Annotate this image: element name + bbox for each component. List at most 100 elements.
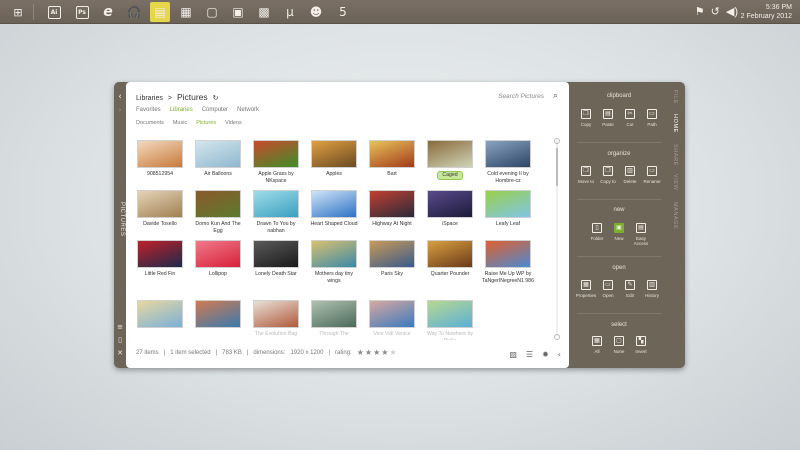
file-tile[interactable]: Drawn To You by nabhan (250, 190, 302, 234)
taskbar-app-button[interactable]: 5 (333, 2, 353, 22)
tab-view[interactable]: VIEW (672, 174, 678, 190)
taskbar-app-button[interactable]: ▤ (150, 2, 170, 22)
ribbon-button-easy-access[interactable]: ▤ Easy Access (630, 223, 652, 246)
file-tile[interactable]: iSpace (424, 190, 476, 228)
file-tile[interactable]: The Evolution Bag (250, 300, 302, 338)
ribbon-button-label: Edit (626, 293, 634, 298)
file-tile[interactable]: Raise Me Up WP by TaNgerINegreeN1 986 (482, 240, 534, 284)
volume-icon[interactable]: ◀) (726, 5, 738, 18)
rating-star[interactable]: ★ (365, 348, 373, 357)
tab-file[interactable]: FILE (672, 90, 678, 104)
network-icon[interactable]: ↺ (711, 5, 720, 18)
rating-star[interactable]: ★ (373, 348, 381, 357)
file-tile[interactable]: Highway At Night (366, 190, 418, 228)
file-tile[interactable]: Way To Nowhere by Pielie (424, 300, 476, 340)
tab-share[interactable]: SHARE (672, 144, 678, 166)
scroll-up-button[interactable] (554, 138, 560, 144)
clock[interactable]: 5:36 PM 2 February 2012 (741, 3, 792, 21)
ribbon-button-edit[interactable]: ✎ Edit (619, 280, 641, 298)
ribbon-button-all[interactable]: ▦ All (586, 336, 608, 354)
image-thumbnail (427, 190, 473, 218)
ribbon-button-copy-to[interactable]: ❐ Copy to (597, 166, 619, 184)
file-tile[interactable]: Through The (308, 300, 360, 338)
file-tile[interactable] (192, 300, 244, 331)
ribbon-button-folder[interactable]: ▯ Folder (586, 223, 608, 241)
taskbar-app-button[interactable]: 🎧 (124, 2, 144, 22)
taskbar-app-button[interactable]: ▣ (228, 2, 248, 22)
nav-videos[interactable]: Videos (225, 120, 242, 126)
details-view-icon[interactable]: ☰ (526, 350, 533, 359)
file-tile[interactable]: Veni Vidi Venice (366, 300, 418, 338)
start-button[interactable]: ⊞ (8, 2, 28, 22)
file-tile[interactable]: Apples (308, 140, 360, 178)
ribbon-button-new[interactable]: ▣ New (608, 223, 630, 241)
file-tile[interactable]: Cold evening II by Hombre-cz (482, 140, 534, 184)
taskbar-app-button[interactable]: Ps (72, 2, 92, 22)
file-tile[interactable]: Heart Shaped Cloud (308, 190, 360, 228)
file-tile[interactable]: Caged (424, 140, 476, 180)
settings-gear-icon[interactable]: ✹ (542, 350, 549, 359)
rating-star[interactable]: ★ (389, 348, 397, 357)
file-tile[interactable]: 908512954 (134, 140, 186, 178)
ribbon-button-path[interactable]: ▭ Path (641, 109, 663, 127)
ribbon-button-history[interactable]: ▥ History (641, 280, 663, 298)
file-tile[interactable]: Bart (366, 140, 418, 178)
file-tile[interactable]: Little Red Fin (134, 240, 186, 278)
ribbon-button-copy[interactable]: ❐ Copy (575, 109, 597, 127)
taskbar-app-button[interactable]: µ (280, 2, 300, 22)
taskbar-app-button[interactable]: e (98, 2, 118, 22)
breadcrumb-libraries[interactable]: Libraries (136, 95, 163, 102)
ribbon-button-open[interactable]: ▭ Open (597, 280, 619, 298)
file-tile[interactable]: Mothers day tiny wings (308, 240, 360, 284)
flag-icon[interactable]: ⚑ (695, 5, 705, 18)
file-tile[interactable]: Air Balloons (192, 140, 244, 178)
file-tile[interactable]: Paris Sky (366, 240, 418, 278)
ribbon-button-paste[interactable]: ▤ Paste (597, 109, 619, 127)
nav-libraries[interactable]: Libraries (170, 107, 193, 113)
file-tile[interactable]: Apple Grass by NKspace (250, 140, 302, 184)
file-tile[interactable]: Lonely Death Star (250, 240, 302, 278)
file-tile[interactable] (134, 300, 186, 331)
back-button[interactable]: ‹ (114, 92, 126, 102)
breadcrumb-current[interactable]: Pictures (177, 92, 208, 102)
file-tile[interactable]: Lollipop (192, 240, 244, 278)
nav-network[interactable]: Network (237, 107, 259, 113)
invert-icon: ▚ (636, 336, 646, 346)
file-tile[interactable]: Domo Kun And The Egg (192, 190, 244, 234)
menu-icon[interactable]: ≡ (114, 323, 126, 331)
pin-icon[interactable]: ▯ (114, 336, 126, 344)
tab-home[interactable]: HOME (672, 114, 678, 133)
tab-manage[interactable]: MANAGE (672, 202, 678, 229)
scrollbar-thumb[interactable] (556, 148, 558, 186)
rating-star[interactable]: ★ (357, 348, 365, 357)
close-icon[interactable]: ✕ (114, 349, 126, 357)
taskbar-app-button[interactable]: ▢ (202, 2, 222, 22)
taskbar-app-button[interactable]: Ai (44, 2, 64, 22)
rating-stars[interactable]: ★★★★★ (357, 348, 398, 368)
ribbon-button-rename[interactable]: ▭ Rename (641, 166, 663, 184)
taskbar-app-button[interactable]: ▩ (254, 2, 274, 22)
search-icon[interactable]: ⌕ (553, 91, 558, 101)
preview-pane-icon[interactable]: ▨ (509, 350, 517, 359)
file-caption: Cold evening II by Hombre-cz (482, 171, 534, 184)
nav-computer[interactable]: Computer (202, 107, 228, 113)
nav-pictures[interactable]: Pictures (196, 120, 216, 126)
nav-favorites[interactable]: Favorites (136, 107, 161, 113)
search-input[interactable]: Search Pictures (498, 93, 544, 100)
file-tile[interactable]: Quarter Pounder (424, 240, 476, 278)
taskbar-app-button[interactable]: ▦ (176, 2, 196, 22)
collapse-chevron-icon[interactable]: ‹ (558, 350, 561, 359)
refresh-icon[interactable]: ↻ (213, 94, 219, 102)
forward-button[interactable]: › (114, 106, 126, 114)
nav-documents[interactable]: Documents (136, 120, 164, 126)
ribbon-button-properties[interactable]: ▦ Properties (575, 280, 597, 298)
ribbon-button-delete[interactable]: ▥ Delete (619, 166, 641, 184)
file-tile[interactable]: Davide Tosello (134, 190, 186, 228)
taskbar-app-button[interactable]: ☻ (306, 2, 326, 22)
ribbon-button-none[interactable]: ▢ None (608, 336, 630, 354)
ribbon-button-invert[interactable]: ▚ Invert (630, 336, 652, 354)
ribbon-button-cut[interactable]: ✂ Cut (619, 109, 641, 127)
nav-music[interactable]: Music (173, 120, 187, 126)
ribbon-button-move-to[interactable]: ❐ Move to (575, 166, 597, 184)
file-tile[interactable]: Leafy Leaf (482, 190, 534, 228)
